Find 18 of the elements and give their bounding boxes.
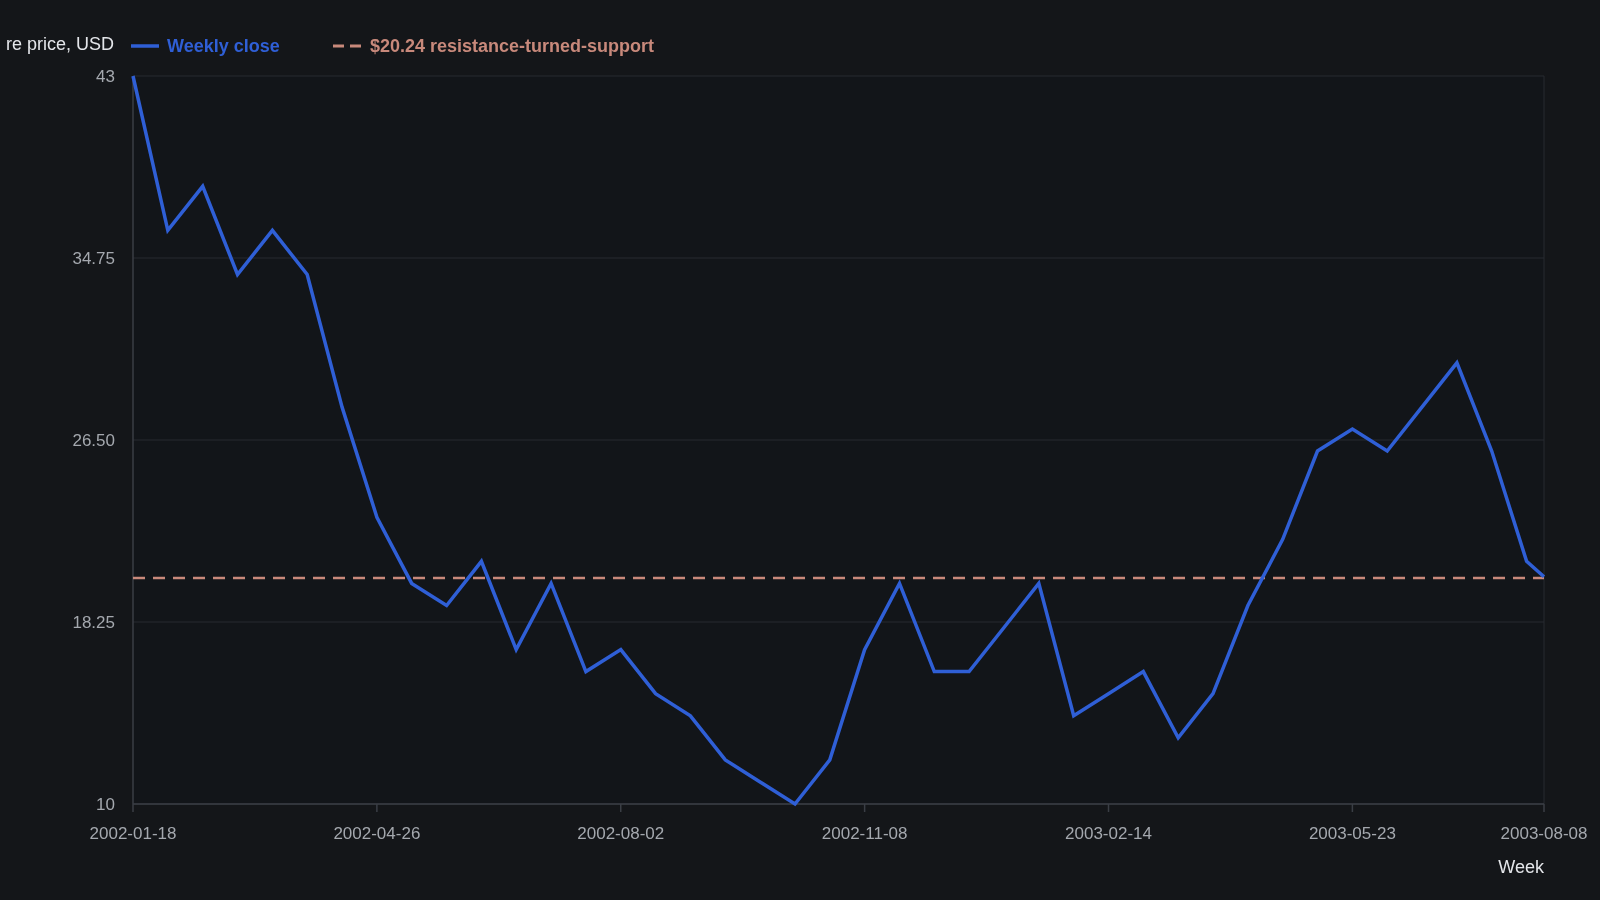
x-tick-label: 2002-11-08 bbox=[821, 824, 908, 843]
x-tick-label: 2003-08-08 bbox=[1500, 824, 1588, 843]
axis-title: re price, USD bbox=[5, 34, 114, 54]
x-tick-label: 2003-05-23 bbox=[1308, 824, 1396, 843]
y-tick-label: 18.25 bbox=[72, 613, 115, 632]
y-tick-label: 26.50 bbox=[72, 431, 115, 450]
y-tick-label: 10 bbox=[96, 795, 115, 814]
legend-dash-icon bbox=[333, 44, 361, 48]
x-tick-label: 2002-04-26 bbox=[333, 824, 421, 843]
y-tick-label: 43 bbox=[96, 67, 115, 86]
x-tick-label: 2002-08-02 bbox=[577, 824, 665, 843]
legend-line-icon bbox=[131, 44, 159, 48]
y-tick-label: 34.75 bbox=[72, 249, 115, 268]
legend-label: Weekly close bbox=[167, 36, 280, 56]
x-tick-label: 2002-01-18 bbox=[89, 824, 177, 843]
legend-label: $20.24 resistance-turned-support bbox=[370, 36, 655, 56]
axis-title: Week bbox=[1498, 857, 1544, 877]
x-tick-label: 2003-02-14 bbox=[1065, 824, 1152, 843]
